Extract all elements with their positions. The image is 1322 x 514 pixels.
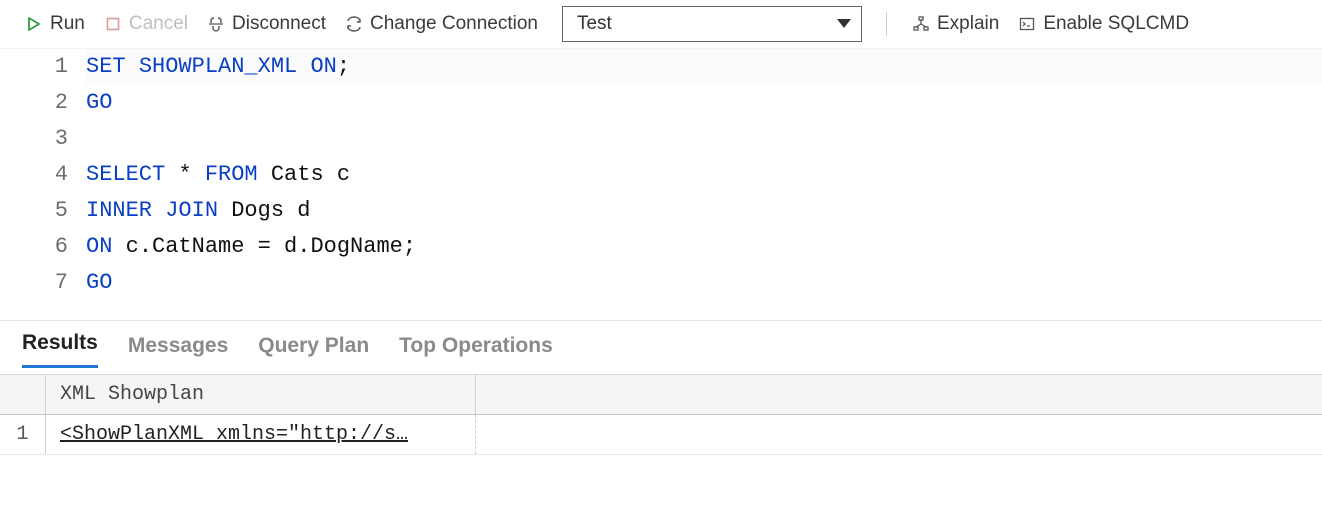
grid-row: 1<ShowPlanXML xmlns="http://s… <box>0 415 1322 455</box>
editor-gutter: 1234567 <box>0 49 86 320</box>
code-line[interactable]: GO <box>86 265 1322 301</box>
results-panel: ResultsMessagesQuery PlanTop Operations … <box>0 320 1322 455</box>
toolbar-separator <box>886 12 887 36</box>
explain-label: Explain <box>937 13 999 35</box>
code-line[interactable] <box>86 121 1322 157</box>
results-tabs: Results Messages Query Plan Top Operations <box>0 321 1322 368</box>
line-number: 2 <box>0 85 68 121</box>
tab-query-plan[interactable]: Query Plan <box>258 334 369 368</box>
editor-code[interactable]: SET SHOWPLAN_XML ON;GO SELECT * FROM Cat… <box>86 49 1322 320</box>
change-connection-label: Change Connection <box>370 13 538 35</box>
grid-cell-xml-showplan[interactable]: <ShowPlanXML xmlns="http://s… <box>46 415 476 454</box>
line-number: 1 <box>0 49 68 85</box>
query-toolbar: Run Cancel Disconnect Change Connection … <box>0 0 1322 48</box>
code-line[interactable]: ON c.CatName = d.DogName; <box>86 229 1322 265</box>
tab-results[interactable]: Results <box>22 331 98 368</box>
code-line[interactable]: SELECT * FROM Cats c <box>86 157 1322 193</box>
code-line[interactable]: SET SHOWPLAN_XML ON; <box>86 49 1322 85</box>
change-connection-button[interactable]: Change Connection <box>344 13 538 35</box>
sqlcmd-label: Enable SQLCMD <box>1043 13 1189 35</box>
tab-messages[interactable]: Messages <box>128 334 228 368</box>
grid-row-number[interactable]: 1 <box>0 415 46 454</box>
sql-editor[interactable]: 1234567 SET SHOWPLAN_XML ON;GO SELECT * … <box>0 48 1322 320</box>
enable-sqlcmd-button[interactable]: Enable SQLCMD <box>1017 13 1189 35</box>
play-icon <box>24 14 44 34</box>
explain-button[interactable]: Explain <box>911 13 999 35</box>
cancel-label: Cancel <box>129 13 188 35</box>
change-connection-icon <box>344 14 364 34</box>
explain-icon <box>911 14 931 34</box>
tab-top-operations[interactable]: Top Operations <box>399 334 553 368</box>
line-number: 7 <box>0 265 68 301</box>
line-number: 4 <box>0 157 68 193</box>
run-button[interactable]: Run <box>24 13 85 35</box>
disconnect-icon <box>206 14 226 34</box>
chevron-down-icon <box>837 19 851 28</box>
grid-corner-cell <box>0 375 46 414</box>
code-line[interactable]: GO <box>86 85 1322 121</box>
line-number: 6 <box>0 229 68 265</box>
database-selected-value: Test <box>577 13 612 35</box>
stop-icon <box>103 14 123 34</box>
line-number: 3 <box>0 121 68 157</box>
disconnect-label: Disconnect <box>232 13 326 35</box>
line-number: 5 <box>0 193 68 229</box>
results-grid: XML Showplan 1<ShowPlanXML xmlns="http:/… <box>0 374 1322 455</box>
disconnect-button[interactable]: Disconnect <box>206 13 326 35</box>
sqlcmd-icon <box>1017 14 1037 34</box>
cancel-button[interactable]: Cancel <box>103 13 188 35</box>
database-select[interactable]: Test <box>562 6 862 42</box>
code-line[interactable]: INNER JOIN Dogs d <box>86 193 1322 229</box>
grid-header-row: XML Showplan <box>0 374 1322 415</box>
grid-column-header[interactable]: XML Showplan <box>46 375 476 414</box>
run-label: Run <box>50 13 85 35</box>
